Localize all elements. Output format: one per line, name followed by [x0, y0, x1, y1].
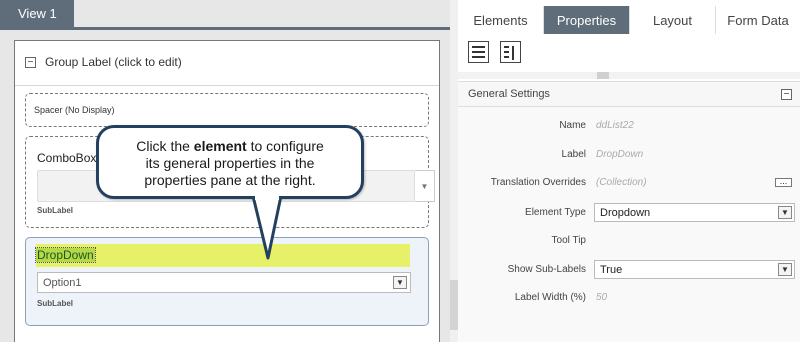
group-label[interactable]: Group Label (click to edit) — [45, 55, 182, 69]
dropdown-selected-value: Option1 — [43, 276, 82, 289]
property-label: Label Width (%) — [514, 292, 586, 303]
dropdown-element[interactable]: DropDown Option1 ▼ SubLabel — [25, 237, 429, 326]
dropdown-sublabel: SubLabel — [37, 299, 74, 308]
collapse-icon[interactable]: − — [781, 89, 792, 100]
property-row-name[interactable]: Name ddList22 — [458, 116, 800, 136]
toolbar-divider — [458, 72, 800, 79]
tutorial-callout: Click the element to configure its gener… — [96, 125, 364, 199]
tab-view-1[interactable]: View 1 — [0, 0, 74, 27]
splitter-grip[interactable] — [450, 280, 458, 330]
property-value[interactable]: 50 — [596, 292, 607, 303]
combobox-sublabel: SubLabel — [37, 206, 74, 215]
property-row-translation-overrides[interactable]: Translation Overrides (Collection) ... — [458, 173, 800, 193]
callout-line-3: properties pane at the right. — [144, 172, 316, 188]
chevron-down-icon[interactable]: ▼ — [778, 263, 792, 276]
spacer-element[interactable]: Spacer (No Display) — [25, 93, 429, 127]
property-value[interactable]: ddList22 — [596, 120, 634, 131]
element-type-select[interactable]: Dropdown ▼ — [594, 203, 795, 222]
properties-toolbar — [458, 34, 800, 72]
dropdown-select[interactable]: Option1 ▼ — [37, 272, 411, 293]
property-row-label[interactable]: Label DropDown — [458, 145, 800, 165]
property-grid: Name ddList22 Label DropDown Translation… — [458, 107, 800, 342]
tab-form-data[interactable]: Form Data — [716, 6, 800, 34]
tab-elements[interactable]: Elements — [458, 6, 544, 34]
ellipsis-icon[interactable]: ... — [775, 177, 792, 187]
property-label: Show Sub-Labels — [507, 264, 586, 275]
combobox-label: ComboBox — [37, 151, 97, 165]
dropdown-label[interactable]: DropDown — [35, 247, 96, 263]
property-row-element-type[interactable]: Element Type Dropdown ▼ — [458, 203, 800, 223]
tab-properties[interactable]: Properties — [544, 6, 630, 34]
property-value: Dropdown — [600, 206, 651, 219]
chevron-down-icon[interactable]: ▼ — [415, 170, 435, 202]
collapse-icon[interactable]: − — [25, 56, 36, 68]
properties-panel: Elements Properties Layout Form Data Gen… — [458, 0, 800, 342]
categorized-view-icon[interactable] — [468, 41, 489, 63]
property-row-show-sub-labels[interactable]: Show Sub-Labels True ▼ — [458, 260, 800, 280]
panel-tab-bar: Elements Properties Layout Form Data — [458, 6, 800, 34]
property-row-label-width[interactable]: Label Width (%) 50 — [458, 288, 800, 308]
property-label: Element Type — [525, 207, 586, 218]
callout-emphasis: element — [193, 138, 247, 154]
tab-strip-divider — [0, 27, 450, 30]
property-value[interactable]: DropDown — [596, 149, 643, 160]
property-label: Translation Overrides — [490, 177, 586, 188]
property-label: Tool Tip — [551, 235, 586, 246]
toolbar-grip[interactable] — [597, 72, 609, 79]
property-value: (Collection) — [596, 177, 647, 188]
property-label: Name — [559, 120, 586, 131]
section-general-settings[interactable]: General Settings − — [458, 81, 800, 107]
property-value: True — [600, 263, 623, 276]
tab-layout[interactable]: Layout — [630, 6, 716, 34]
chevron-down-icon[interactable]: ▼ — [393, 276, 407, 289]
group-header[interactable]: − Group Label (click to edit) — [25, 54, 182, 70]
spacer-label: Spacer (No Display) — [34, 105, 115, 115]
callout-pointer — [251, 196, 283, 260]
group-divider — [15, 85, 439, 86]
property-label: Label — [561, 149, 586, 160]
sort-alphabetical-icon[interactable] — [500, 41, 521, 63]
show-sub-labels-select[interactable]: True ▼ — [594, 260, 795, 279]
callout-line-2: its general properties in the — [145, 155, 315, 171]
callout-line-1: Click the element to configure — [136, 138, 324, 154]
property-row-tool-tip[interactable]: Tool Tip — [458, 231, 800, 251]
chevron-down-icon[interactable]: ▼ — [778, 206, 792, 219]
pane-splitter[interactable] — [450, 0, 458, 342]
section-title: General Settings — [468, 88, 550, 100]
